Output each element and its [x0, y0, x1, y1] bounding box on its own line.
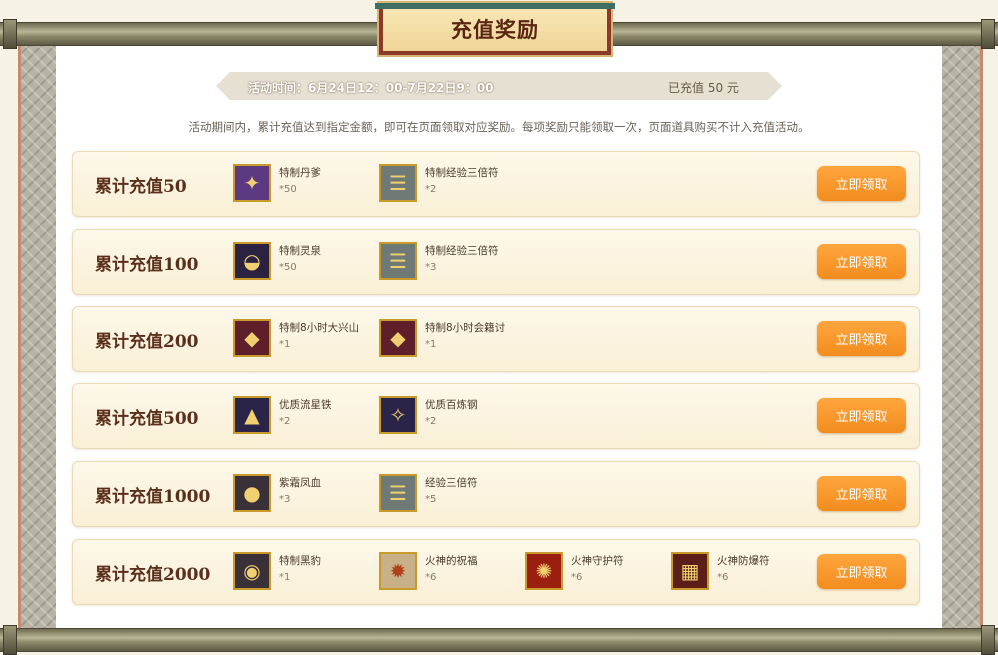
item-quantity: *5	[425, 494, 437, 505]
claim-button[interactable]: 立即领取	[817, 166, 906, 201]
phoenix-blood-icon[interactable]: ●	[233, 474, 271, 512]
reward-item: ◒ 特制灵泉 *50	[233, 240, 373, 284]
left-scroll-border	[18, 44, 59, 628]
reward-row: 累计充值500 ▲ 优质流星铁 *2 ✧ 优质百炼钢 *2 立即领取	[72, 383, 920, 449]
recharged-amount: 已充值 50 元	[668, 81, 739, 95]
item-name: 火神守护符	[571, 555, 624, 567]
item-name: 特制丹爹	[279, 167, 321, 179]
item-quantity: *2	[425, 184, 437, 195]
reward-item: ✺ 火神守护符 *6	[525, 550, 665, 594]
tier-title: 累计充值2000	[95, 565, 211, 585]
guard-charm-icon[interactable]: ✺	[525, 552, 563, 590]
scroll-icon[interactable]: ☰	[379, 474, 417, 512]
item-quantity: *50	[279, 184, 297, 195]
panther-icon[interactable]: ◉	[233, 552, 271, 590]
item-name: 火神防爆符	[717, 555, 770, 567]
claim-button[interactable]: 立即领取	[817, 398, 906, 433]
reward-item: ◆ 特制8小时大兴山 *1	[233, 317, 373, 361]
reward-item: ◉ 特制黑豹 *1	[233, 550, 373, 594]
item-name: 经验三倍符	[425, 477, 478, 489]
item-quantity: *3	[425, 262, 437, 273]
steel-icon[interactable]: ✧	[379, 396, 417, 434]
tier-title: 累计充值50	[95, 177, 187, 197]
ginseng-icon[interactable]: ✦	[233, 164, 271, 202]
tier-title: 累计充值200	[95, 332, 199, 352]
claim-button[interactable]: 立即领取	[817, 554, 906, 589]
reward-row: 累计充值200 ◆ 特制8小时大兴山 *1 ◆ 特制8小时会籍讨 *1 立即领取	[72, 306, 920, 372]
item-quantity: *50	[279, 262, 297, 273]
scroll-icon[interactable]: ☰	[379, 242, 417, 280]
claim-button[interactable]: 立即领取	[817, 244, 906, 279]
token-icon[interactable]: ◆	[379, 319, 417, 357]
item-quantity: *3	[279, 494, 291, 505]
scroll-icon[interactable]: ☰	[379, 164, 417, 202]
item-quantity: *6	[717, 572, 729, 583]
item-name: 优质百炼钢	[425, 399, 478, 411]
reward-item: ☰ 特制经验三倍符 *3	[379, 240, 519, 284]
reward-row: 累计充值2000 ◉ 特制黑豹 *1 ✹ 火神的祝福 *6 ✺ 火神守护符 *6…	[72, 539, 920, 605]
item-name: 特制灵泉	[279, 245, 321, 257]
item-name: 特制经验三倍符	[425, 167, 499, 179]
claim-button[interactable]: 立即领取	[817, 321, 906, 356]
token-icon[interactable]: ◆	[233, 319, 271, 357]
claim-button[interactable]: 立即领取	[817, 476, 906, 511]
bottom-scroll-rod	[0, 625, 998, 655]
reward-item: ✹ 火神的祝福 *6	[379, 550, 519, 594]
item-name: 特制8小时大兴山	[279, 322, 360, 334]
spring-bowl-icon[interactable]: ◒	[233, 242, 271, 280]
reward-row: 累计充值100 ◒ 特制灵泉 *50 ☰ 特制经验三倍符 *3 立即领取	[72, 229, 920, 295]
reward-item: ◆ 特制8小时会籍讨 *1	[379, 317, 519, 361]
item-name: 优质流星铁	[279, 399, 332, 411]
item-quantity: *2	[279, 416, 291, 427]
reward-item: ☰ 特制经验三倍符 *2	[379, 162, 519, 206]
rules-text: 活动期间内，累计充值达到指定金额，即可在页面领取对应奖励。每项奖励只能领取一次，…	[188, 120, 810, 134]
item-name: 特制经验三倍符	[425, 245, 499, 257]
meteor-iron-icon[interactable]: ▲	[233, 396, 271, 434]
item-quantity: *1	[425, 339, 437, 350]
reward-item: ▦ 火神防爆符 *6	[671, 550, 811, 594]
item-quantity: *1	[279, 572, 291, 583]
tier-title: 累计充值1000	[95, 487, 211, 507]
reward-row: 累计充值1000 ● 紫霜凤血 *3 ☰ 经验三倍符 *5 立即领取	[72, 461, 920, 527]
title-plaque: 充值奖励	[375, 3, 615, 55]
item-name: 特制8小时会籍讨	[425, 322, 506, 334]
item-name: 火神的祝福	[425, 555, 478, 567]
item-name: 紫霜凤血	[279, 477, 321, 489]
right-scroll-border	[942, 44, 983, 628]
blast-charm-icon[interactable]: ▦	[671, 552, 709, 590]
page-title: 充值奖励	[451, 17, 539, 42]
item-quantity: *1	[279, 339, 291, 350]
tier-title: 累计充值100	[95, 255, 199, 275]
event-time: 活动时间：6月24日12：00-7月22日9：00	[248, 81, 494, 95]
blessing-icon[interactable]: ✹	[379, 552, 417, 590]
item-name: 特制黑豹	[279, 555, 321, 567]
item-quantity: *6	[571, 572, 583, 583]
reward-item: ✦ 特制丹爹 *50	[233, 162, 373, 206]
reward-item: ✧ 优质百炼钢 *2	[379, 394, 519, 438]
reward-item: ☰ 经验三倍符 *5	[379, 472, 519, 516]
reward-row: 累计充值50 ✦ 特制丹爹 *50 ☰ 特制经验三倍符 *2 立即领取	[72, 151, 920, 217]
item-quantity: *2	[425, 416, 437, 427]
item-quantity: *6	[425, 572, 437, 583]
reward-item: ▲ 优质流星铁 *2	[233, 394, 373, 438]
reward-item: ● 紫霜凤血 *3	[233, 472, 373, 516]
tier-title: 累计充值500	[95, 409, 199, 429]
